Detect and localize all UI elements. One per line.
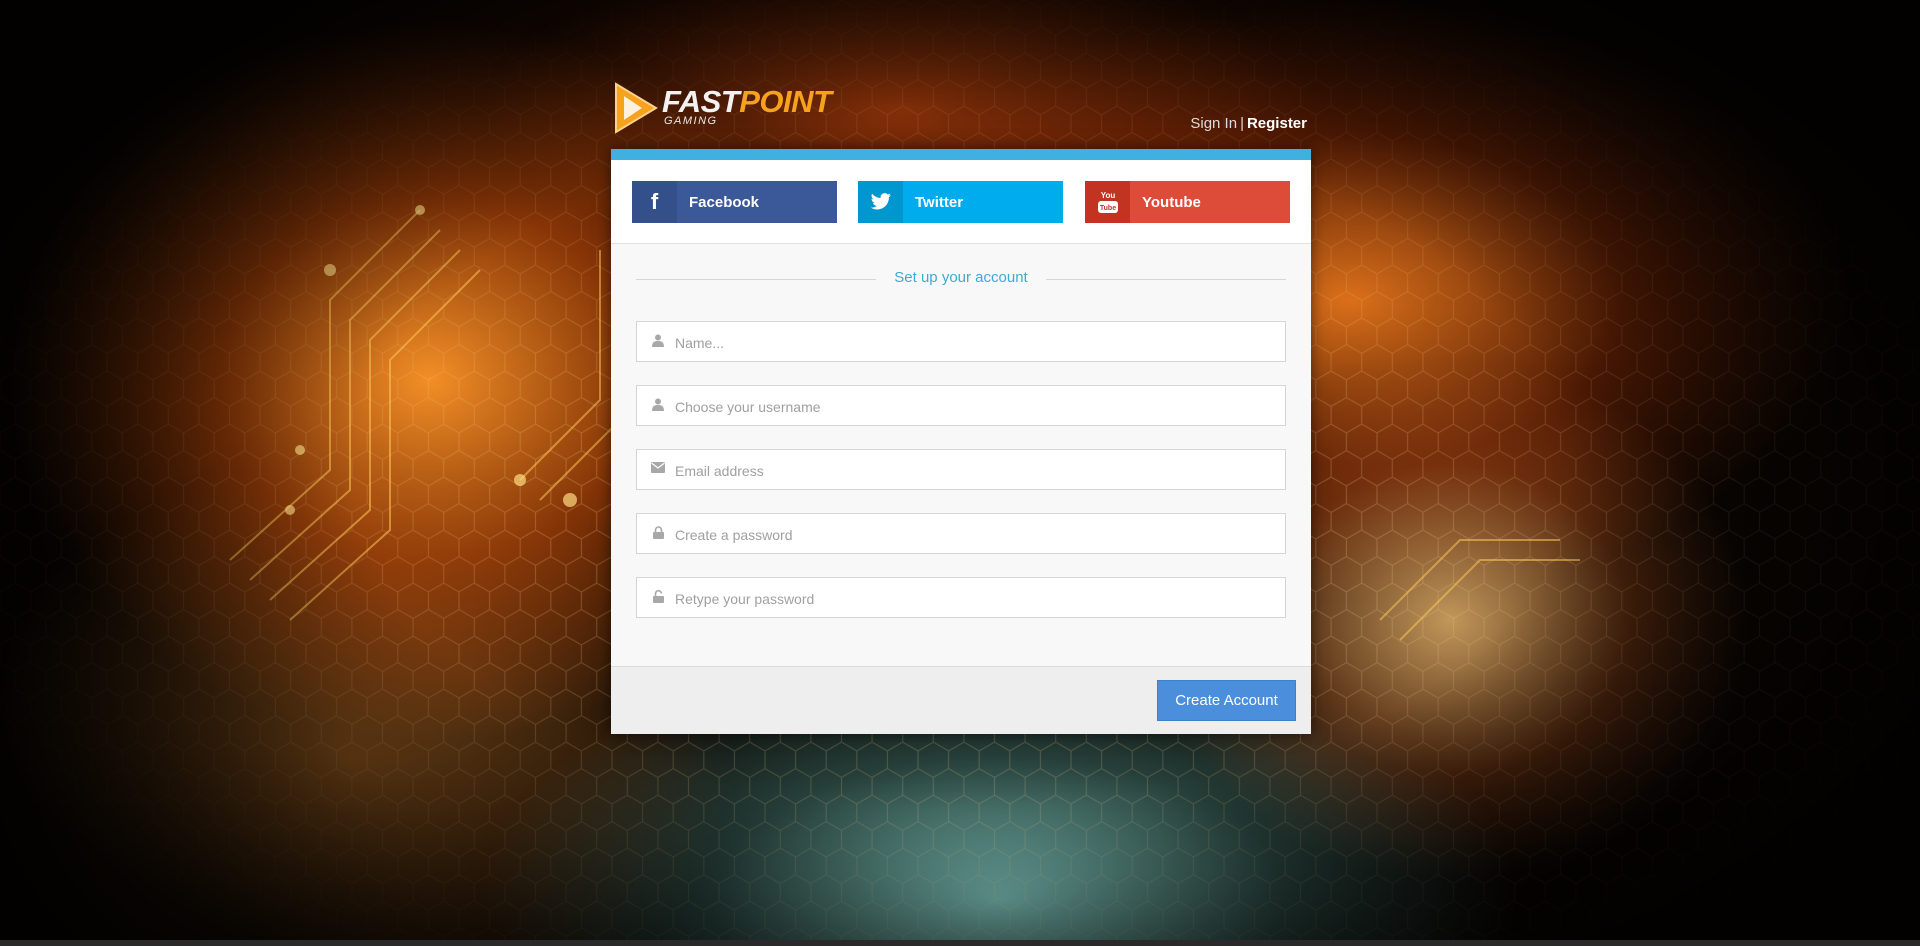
password-field[interactable] xyxy=(636,513,1286,555)
sign-in-link[interactable]: Sign In xyxy=(1190,115,1237,132)
logo-word-fast: FAST xyxy=(662,84,740,119)
email-field[interactable] xyxy=(636,449,1286,491)
lock-icon xyxy=(651,526,665,540)
logo-play-icon xyxy=(615,82,658,134)
username-input[interactable] xyxy=(673,386,1277,427)
twitter-button[interactable]: Twitter xyxy=(858,181,1063,223)
facebook-icon: f xyxy=(632,181,677,223)
user-icon xyxy=(651,398,665,412)
youtube-icon: You Tube xyxy=(1085,181,1130,223)
auth-separator: | xyxy=(1240,115,1244,132)
logo-subtitle: GAMING xyxy=(664,115,718,127)
create-account-button[interactable]: Create Account xyxy=(1157,680,1296,721)
twitter-icon xyxy=(858,181,903,223)
youtube-button[interactable]: You Tube Youtube xyxy=(1085,181,1290,223)
panel-footer: Create Account xyxy=(611,666,1311,734)
retype-password-input[interactable] xyxy=(673,578,1277,619)
register-panel: f Facebook Twitter You Tube Youtube Set u… xyxy=(611,149,1311,734)
retype-password-field[interactable] xyxy=(636,577,1286,619)
svg-text:Tube: Tube xyxy=(1099,205,1115,212)
panel-accent-bar xyxy=(611,149,1311,160)
logo-word-point: POINT xyxy=(739,84,832,119)
title-divider-left xyxy=(636,279,876,280)
auth-links: Sign In | Register xyxy=(1180,115,1307,132)
name-input[interactable] xyxy=(673,322,1277,363)
username-field[interactable] xyxy=(636,385,1286,427)
youtube-label: Youtube xyxy=(1142,193,1201,211)
envelope-icon xyxy=(651,462,665,476)
bottom-strip xyxy=(0,940,1920,946)
logo-wordmark: FASTPOINT xyxy=(662,84,832,119)
user-icon xyxy=(651,334,665,348)
password-input[interactable] xyxy=(673,514,1277,555)
register-link[interactable]: Register xyxy=(1247,115,1307,132)
svg-text:You: You xyxy=(1100,191,1115,200)
social-login-row: f Facebook Twitter You Tube Youtube xyxy=(611,160,1311,244)
form-section-title: Set up your account xyxy=(636,269,1286,289)
form-title: Set up your account xyxy=(886,269,1036,286)
name-field[interactable] xyxy=(636,321,1286,363)
email-input[interactable] xyxy=(673,450,1277,491)
title-divider-right xyxy=(1046,279,1286,280)
brand-logo[interactable]: FASTPOINT GAMING xyxy=(610,78,870,138)
facebook-button[interactable]: f Facebook xyxy=(632,181,837,223)
facebook-label: Facebook xyxy=(689,193,760,211)
unlock-icon xyxy=(651,589,665,604)
twitter-label: Twitter xyxy=(915,193,964,211)
